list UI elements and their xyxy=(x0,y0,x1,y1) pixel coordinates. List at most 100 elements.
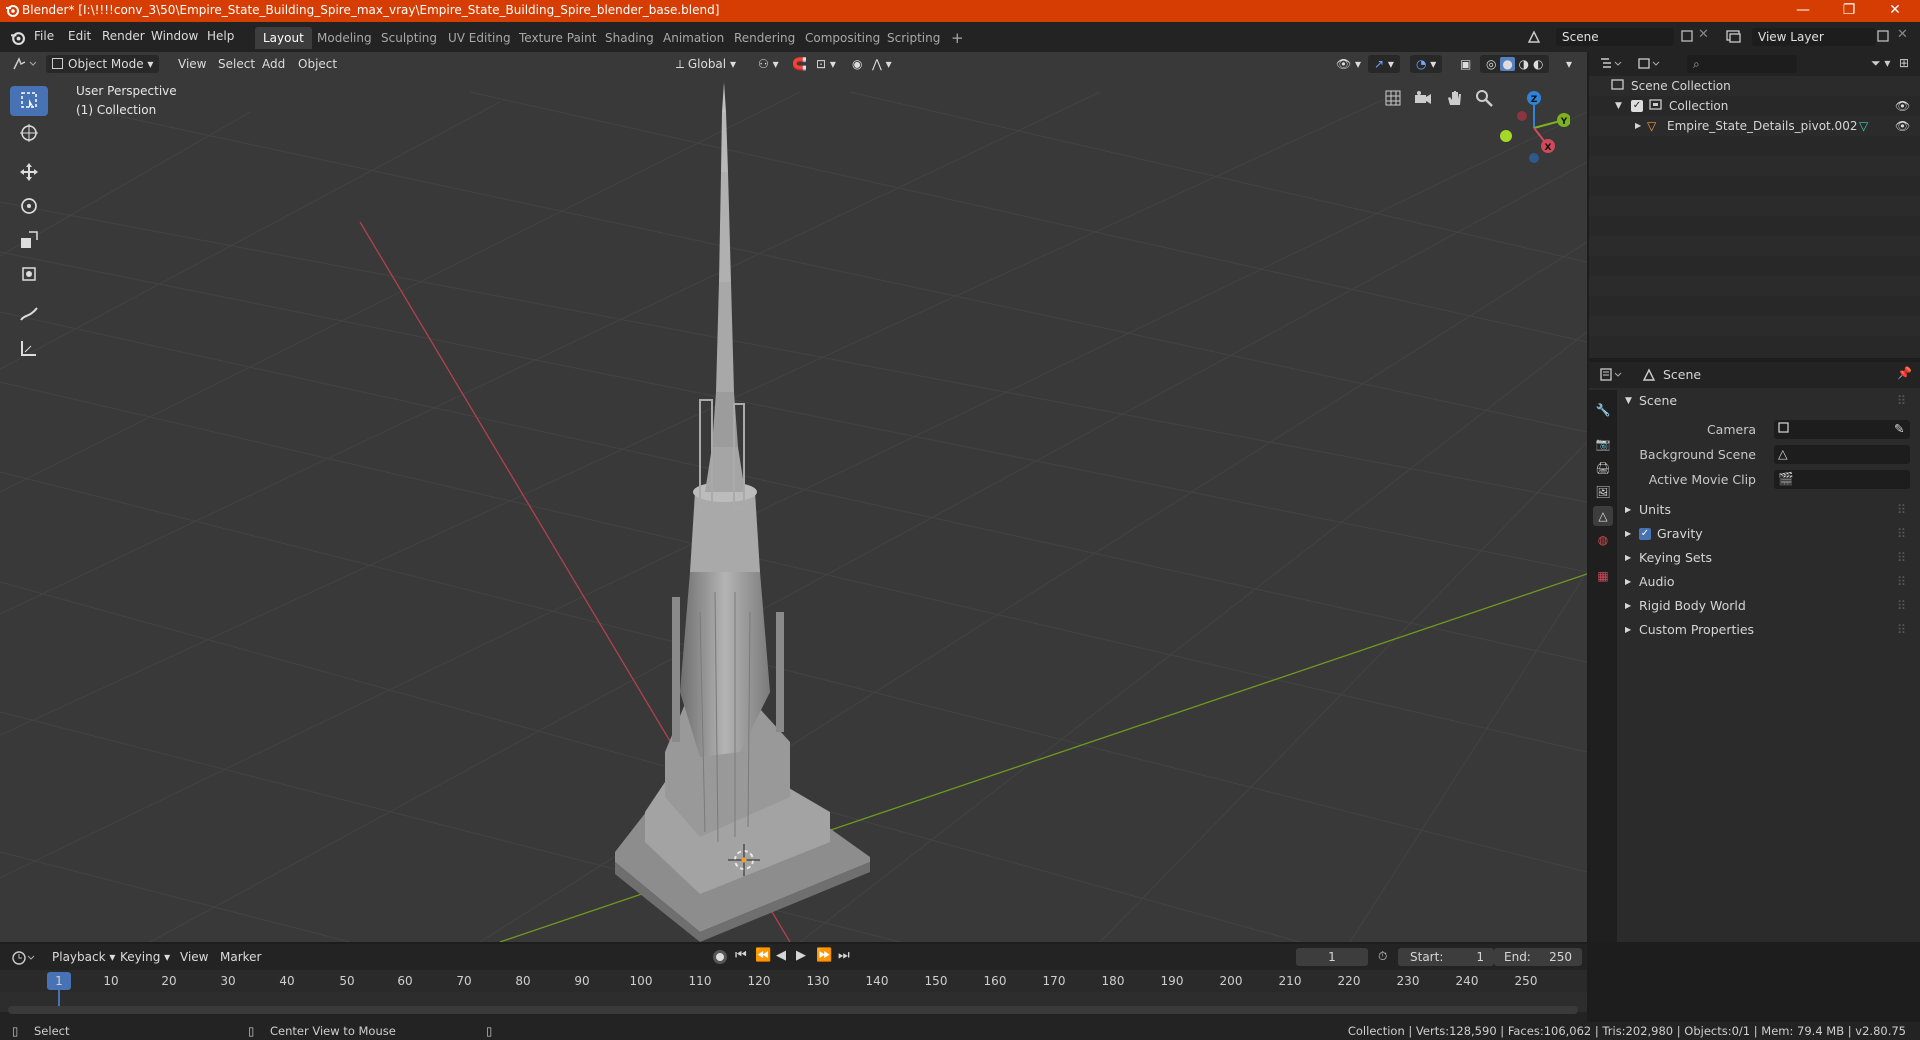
tab-scripting[interactable]: Scripting xyxy=(879,27,948,49)
scene-selector-icon[interactable] xyxy=(1526,29,1544,45)
tool-tab-icon[interactable]: 🔧 xyxy=(1593,400,1613,420)
current-frame-field[interactable]: 1 xyxy=(1296,948,1368,966)
restore-button[interactable]: ❐ xyxy=(1826,0,1872,22)
start-frame-field[interactable]: Start: 1 xyxy=(1398,948,1494,966)
new-scene-icon[interactable] xyxy=(1680,29,1694,46)
drag-handle-icon[interactable]: ⠿ xyxy=(1897,522,1906,546)
mesh-data-icon[interactable]: ▽ xyxy=(1859,116,1868,136)
render-tab-icon[interactable]: 📷 xyxy=(1593,434,1613,454)
transform-tool[interactable] xyxy=(10,260,48,290)
menu-window[interactable]: Window xyxy=(151,29,198,43)
end-frame-field[interactable]: End: 250 xyxy=(1494,948,1582,966)
scene-panel-header[interactable]: ▼ Scene ⠿ xyxy=(1617,389,1920,413)
rigid-body-world-panel-header[interactable]: ▶ Rigid Body World ⠿ xyxy=(1617,594,1920,618)
jump-start-icon[interactable]: ⏮ xyxy=(735,948,747,963)
preview-range-icon[interactable]: ⏱ xyxy=(1378,949,1387,964)
tab-layout[interactable]: Layout xyxy=(255,27,312,49)
menu-object[interactable]: Object xyxy=(292,55,343,73)
cursor-tool[interactable] xyxy=(10,119,48,149)
gravity-panel-header[interactable]: ▶ ✓ Gravity ⠿ xyxy=(1617,522,1920,546)
drag-handle-icon[interactable]: ⠿ xyxy=(1897,570,1906,594)
snap-toggle-icon[interactable]: 🧲 xyxy=(786,55,813,73)
outliner-row-object[interactable]: ▶ ▽ Empire_State_Details_pivot.002 ▽ 👁 xyxy=(1589,116,1920,136)
keying-sets-panel-header[interactable]: ▶ Keying Sets ⠿ xyxy=(1617,546,1920,570)
scene-field[interactable]: Scene xyxy=(1556,28,1674,46)
menu-select[interactable]: Select xyxy=(212,55,261,73)
new-collection-icon[interactable]: ⊞ xyxy=(1899,56,1909,70)
world-tab-icon[interactable]: ◍ xyxy=(1593,530,1613,550)
units-panel-header[interactable]: ▶ Units ⠿ xyxy=(1617,498,1920,522)
drag-handle-icon[interactable]: ⠿ xyxy=(1897,389,1906,413)
overlays-toggle-icon[interactable]: ◔ ▾ xyxy=(1410,55,1443,73)
pivot-point-icon[interactable]: ⚇ ▾ xyxy=(752,55,785,73)
3d-viewport[interactable]: User Perspective (1) Collection Z Y X xyxy=(0,52,1587,942)
select-box-tool[interactable] xyxy=(10,86,48,116)
expand-arrow-icon[interactable]: ▶ xyxy=(1635,116,1641,136)
tab-rendering[interactable]: Rendering xyxy=(726,27,803,49)
play-icon[interactable]: ▶ xyxy=(796,948,806,963)
drag-handle-icon[interactable]: ⠿ xyxy=(1897,546,1906,570)
material-shading-icon[interactable]: ◑ xyxy=(1519,57,1529,71)
menu-view[interactable]: View xyxy=(172,55,212,73)
properties-editor-type-icon[interactable] xyxy=(1599,367,1623,386)
menu-marker[interactable]: Marker xyxy=(214,948,267,966)
scale-tool[interactable] xyxy=(10,226,48,256)
remove-view-layer-icon[interactable]: ✕ xyxy=(1897,27,1908,42)
rendered-shading-icon[interactable]: ◐ xyxy=(1533,57,1543,71)
rotate-tool[interactable] xyxy=(10,192,48,222)
jump-keyframe-forward-icon[interactable]: ⏩ xyxy=(816,948,832,963)
drag-handle-icon[interactable]: ⠿ xyxy=(1897,498,1906,522)
output-tab-icon[interactable]: 🖨 xyxy=(1593,458,1613,478)
editor-type-icon[interactable] xyxy=(12,56,37,75)
camera-view-icon[interactable] xyxy=(1410,85,1436,111)
toggle-grid-icon[interactable] xyxy=(1380,85,1406,111)
menu-edit[interactable]: Edit xyxy=(68,29,91,43)
drag-handle-icon[interactable]: ⠿ xyxy=(1897,618,1906,642)
tab-sculpting[interactable]: Sculpting xyxy=(373,27,445,49)
background-scene-field[interactable]: △ xyxy=(1774,445,1910,464)
remove-scene-icon[interactable]: ✕ xyxy=(1698,27,1709,42)
collection-visibility-icon[interactable]: 👁 xyxy=(1895,96,1910,116)
collection-checkbox[interactable]: ✓ xyxy=(1631,100,1643,112)
scene-tab-icon[interactable]: △ xyxy=(1593,506,1613,526)
add-workspace-button[interactable]: + xyxy=(943,27,972,49)
custom-properties-panel-header[interactable]: ▶ Custom Properties ⠿ xyxy=(1617,618,1920,642)
texture-tab-icon[interactable]: ▦ xyxy=(1593,566,1613,586)
menu-playback[interactable]: Playback ▾ xyxy=(46,948,121,966)
mode-dropdown[interactable]: Object Mode ▾ xyxy=(46,55,160,73)
tab-modeling[interactable]: Modeling xyxy=(309,27,380,49)
timeline-editor-type-icon[interactable] xyxy=(12,950,36,969)
menu-render[interactable]: Render xyxy=(102,29,145,43)
menu-timeline-view[interactable]: View xyxy=(174,948,214,966)
xray-toggle-icon[interactable]: ▣ xyxy=(1454,55,1477,73)
collapse-arrow-icon[interactable]: ▼ xyxy=(1615,96,1622,116)
drag-handle-icon[interactable]: ⠿ xyxy=(1897,594,1906,618)
blender-menu-icon[interactable] xyxy=(10,30,25,48)
gravity-checkbox[interactable]: ✓ xyxy=(1639,528,1651,540)
navigation-gizmo[interactable]: Z Y X xyxy=(1490,88,1570,168)
close-button[interactable]: ✕ xyxy=(1872,0,1918,22)
camera-field[interactable]: ✎ xyxy=(1774,420,1910,439)
tab-animation[interactable]: Animation xyxy=(655,27,732,49)
menu-keying[interactable]: Keying ▾ xyxy=(114,948,176,966)
pin-icon[interactable]: 📌 xyxy=(1897,366,1912,380)
tab-uv-editing[interactable]: UV Editing xyxy=(440,27,519,49)
tab-texture-paint[interactable]: Texture Paint xyxy=(511,27,604,49)
snap-element-icon[interactable]: ⊡ ▾ xyxy=(810,55,842,73)
display-mode-icon[interactable] xyxy=(1637,56,1661,75)
eyedropper-icon[interactable]: ✎ xyxy=(1894,417,1904,441)
menu-add[interactable]: Add xyxy=(256,55,291,73)
view-layer-field[interactable]: View Layer xyxy=(1752,28,1876,46)
record-button[interactable] xyxy=(713,950,727,964)
outliner-editor-type-icon[interactable] xyxy=(1599,56,1623,75)
timeline-scrollbar[interactable] xyxy=(8,1006,1578,1014)
pan-view-icon[interactable] xyxy=(1441,85,1467,111)
move-tool[interactable] xyxy=(10,158,48,188)
jump-end-icon[interactable]: ⏭ xyxy=(838,948,850,963)
minimize-button[interactable]: — xyxy=(1780,0,1826,22)
wireframe-shading-icon[interactable]: ◎ xyxy=(1486,57,1496,71)
view-layer-tab-icon[interactable]: 🖼 xyxy=(1593,482,1613,502)
shading-options-icon[interactable]: ▾ xyxy=(1560,55,1578,73)
solid-shading-icon[interactable]: ● xyxy=(1500,57,1515,71)
measure-tool[interactable] xyxy=(10,334,48,364)
